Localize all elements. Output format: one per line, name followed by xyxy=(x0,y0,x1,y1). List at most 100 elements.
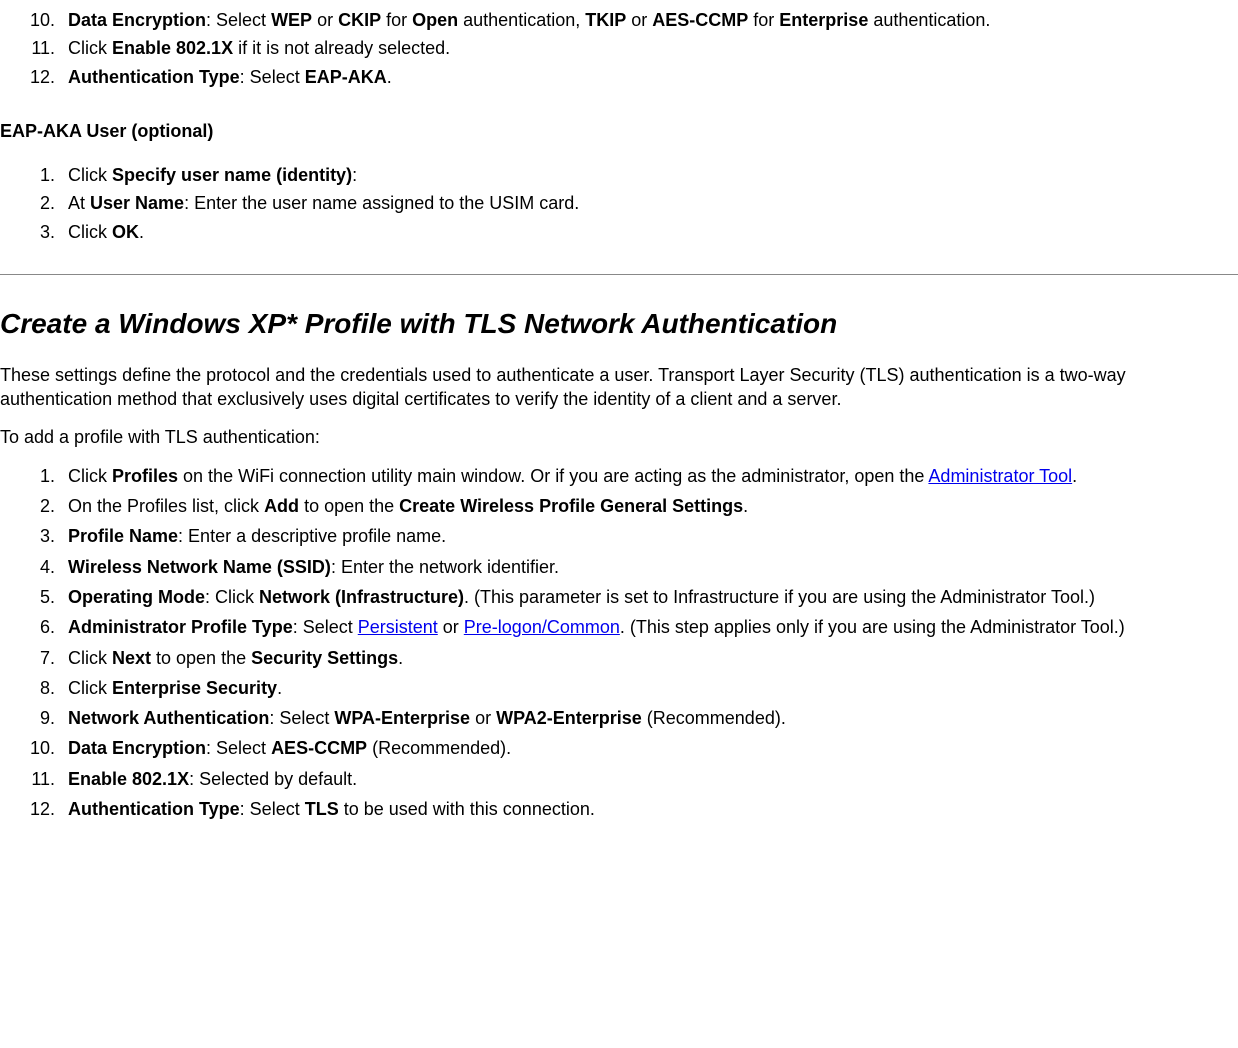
text: . xyxy=(139,222,144,242)
bold-text: Specify user name (identity) xyxy=(112,165,352,185)
bold-text: Authentication Type xyxy=(68,799,240,819)
bold-text: WPA2-Enterprise xyxy=(496,708,642,728)
list-item: Authentication Type: Select TLS to be us… xyxy=(60,797,1238,821)
list-item: Enable 802.1X: Selected by default. xyxy=(60,767,1238,791)
text: to be used with this connection. xyxy=(339,799,595,819)
text: At xyxy=(68,193,90,213)
text: : Enter the user name assigned to the US… xyxy=(184,193,579,213)
administrator-tool-link[interactable]: Administrator Tool xyxy=(928,466,1072,486)
bold-text: Profile Name xyxy=(68,526,178,546)
list-item: Data Encryption: Select AES-CCMP (Recomm… xyxy=(60,736,1238,760)
text: to open the xyxy=(299,496,399,516)
text: (Recommended). xyxy=(367,738,511,758)
text: on the WiFi connection utility main wind… xyxy=(178,466,928,486)
bold-text: Profiles xyxy=(112,466,178,486)
bold-text: WEP xyxy=(271,10,312,30)
bold-text: Enterprise Security xyxy=(112,678,277,698)
bold-text: TKIP xyxy=(585,10,626,30)
bold-text: Next xyxy=(112,648,151,668)
text: or xyxy=(438,617,464,637)
text: Click xyxy=(68,466,112,486)
bold-text: Add xyxy=(264,496,299,516)
list-item: Click Enable 802.1X if it is not already… xyxy=(60,36,1238,60)
bold-text: Enable 802.1X xyxy=(68,769,189,789)
text: . xyxy=(1072,466,1077,486)
tls-intro-paragraph: To add a profile with TLS authentication… xyxy=(0,425,1238,449)
bold-text: Security Settings xyxy=(251,648,398,668)
text: . xyxy=(277,678,282,698)
bold-text: Data Encryption xyxy=(68,10,206,30)
data-encryption-list: Data Encryption: Select WEP or CKIP for … xyxy=(0,8,1238,89)
bold-text: Operating Mode xyxy=(68,587,205,607)
text: . xyxy=(743,496,748,516)
bold-text: EAP-AKA xyxy=(305,67,387,87)
text: if it is not already selected. xyxy=(233,38,450,58)
list-item: At User Name: Enter the user name assign… xyxy=(60,191,1238,215)
list-item: Administrator Profile Type: Select Persi… xyxy=(60,615,1238,639)
list-item: Click Next to open the Security Settings… xyxy=(60,646,1238,670)
text: : Select xyxy=(240,799,305,819)
eap-aka-heading: EAP-AKA User (optional) xyxy=(0,119,1238,143)
text: or xyxy=(312,10,338,30)
tls-heading: Create a Windows XP* Profile with TLS Ne… xyxy=(0,305,1238,343)
prelogon-common-link[interactable]: Pre-logon/Common xyxy=(464,617,620,637)
text: or xyxy=(626,10,652,30)
list-item: Authentication Type: Select EAP-AKA. xyxy=(60,65,1238,89)
text: : Select xyxy=(269,708,334,728)
bold-text: Authentication Type xyxy=(68,67,240,87)
bold-text: Enable 802.1X xyxy=(112,38,233,58)
text: (Recommended). xyxy=(642,708,786,728)
text: Click xyxy=(68,222,112,242)
text: Click xyxy=(68,678,112,698)
list-item: Click Specify user name (identity): xyxy=(60,163,1238,187)
text: Click xyxy=(68,165,112,185)
list-item: Data Encryption: Select WEP or CKIP for … xyxy=(60,8,1238,32)
text: to open the xyxy=(151,648,251,668)
text: authentication. xyxy=(868,10,990,30)
list-item: Operating Mode: Click Network (Infrastru… xyxy=(60,585,1238,609)
bold-text: Administrator Profile Type xyxy=(68,617,293,637)
bold-text: WPA-Enterprise xyxy=(334,708,470,728)
eap-aka-list: Click Specify user name (identity): At U… xyxy=(0,163,1238,244)
bold-text: User Name xyxy=(90,193,184,213)
bold-text: AES-CCMP xyxy=(652,10,748,30)
bold-text: Wireless Network Name (SSID) xyxy=(68,557,331,577)
tls-description-paragraph: These settings define the protocol and t… xyxy=(0,363,1238,412)
list-item: On the Profiles list, click Add to open … xyxy=(60,494,1238,518)
text: : Enter the network identifier. xyxy=(331,557,559,577)
text: : Selected by default. xyxy=(189,769,357,789)
bold-text: TLS xyxy=(305,799,339,819)
bold-text: Enterprise xyxy=(779,10,868,30)
text: . (This step applies only if you are usi… xyxy=(620,617,1125,637)
text: . (This parameter is set to Infrastructu… xyxy=(464,587,1095,607)
tls-steps-list: Click Profiles on the WiFi connection ut… xyxy=(0,464,1238,822)
bold-text: Data Encryption xyxy=(68,738,206,758)
list-item: Wireless Network Name (SSID): Enter the … xyxy=(60,555,1238,579)
text: : Select xyxy=(293,617,358,637)
persistent-link[interactable]: Persistent xyxy=(358,617,438,637)
text: : Enter a descriptive profile name. xyxy=(178,526,446,546)
text: Click xyxy=(68,38,112,58)
bold-text: AES-CCMP xyxy=(271,738,367,758)
bold-text: Network (Infrastructure) xyxy=(259,587,464,607)
text: . xyxy=(387,67,392,87)
text: or xyxy=(470,708,496,728)
text: authentication, xyxy=(458,10,585,30)
text: On the Profiles list, click xyxy=(68,496,264,516)
text: . xyxy=(398,648,403,668)
text: : Select xyxy=(240,67,305,87)
text: for xyxy=(381,10,412,30)
list-item: Network Authentication: Select WPA-Enter… xyxy=(60,706,1238,730)
list-item: Profile Name: Enter a descriptive profil… xyxy=(60,524,1238,548)
text: : Click xyxy=(205,587,259,607)
text: for xyxy=(748,10,779,30)
bold-text: CKIP xyxy=(338,10,381,30)
bold-text: OK xyxy=(112,222,139,242)
list-item: Click Profiles on the WiFi connection ut… xyxy=(60,464,1238,488)
bold-text: Create Wireless Profile General Settings xyxy=(399,496,743,516)
section-divider xyxy=(0,274,1238,275)
text: : Select xyxy=(206,10,271,30)
text: : xyxy=(352,165,357,185)
list-item: Click Enterprise Security. xyxy=(60,676,1238,700)
bold-text: Open xyxy=(412,10,458,30)
